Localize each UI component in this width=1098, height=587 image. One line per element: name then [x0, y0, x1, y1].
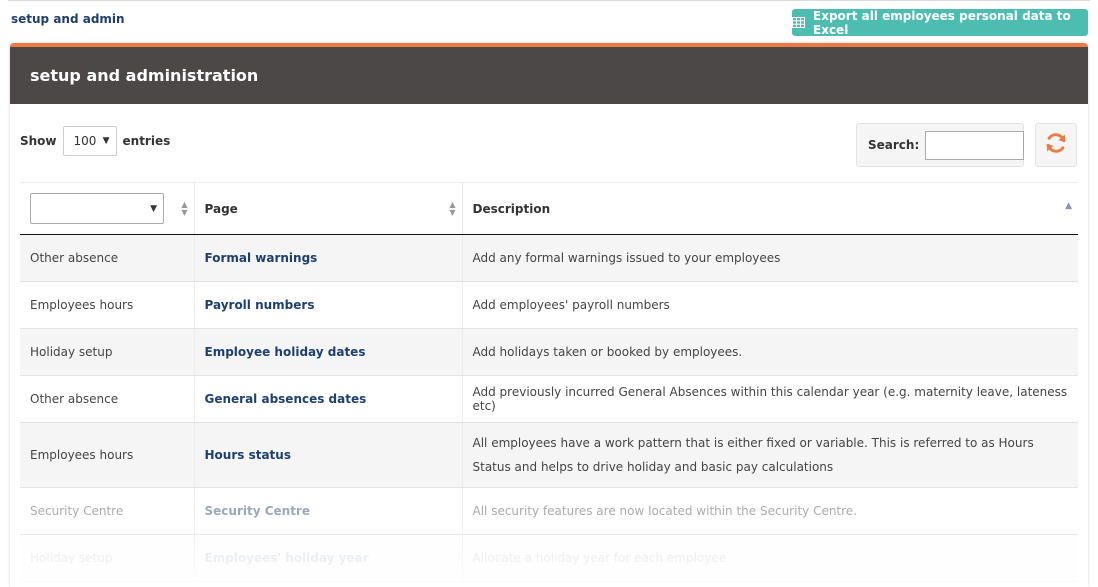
description-cell: Add any formal warnings issued to your e…	[461, 234, 1078, 282]
column-header-description[interactable]: Description ▲	[461, 182, 1078, 235]
description-header-label: Description	[472, 201, 551, 216]
length-control: Show 100 ▼ entries	[20, 126, 170, 156]
page-link[interactable]: Employee holiday dates	[205, 345, 366, 359]
search-label: Search:	[868, 138, 920, 152]
setup-table: ▼ ▲ ▼ Page ▲ ▼ Description ▲ Other absen…	[20, 182, 1078, 582]
description-cell: Add holidays taken or booked by employee…	[461, 328, 1078, 376]
page-link[interactable]: Formal warnings	[205, 251, 318, 265]
page-link[interactable]: Payroll numbers	[205, 298, 315, 312]
panel-title: setup and administration	[30, 66, 259, 85]
setup-panel: setup and administration Show 100 ▼ entr…	[10, 43, 1088, 587]
entries-label: entries	[122, 134, 171, 148]
export-employees-button[interactable]: Export all employees personal data to Ex…	[792, 8, 1088, 37]
data-table-wrapper: ▼ ▲ ▼ Page ▲ ▼ Description ▲ Other absen…	[20, 182, 1078, 582]
page-link[interactable]: Security Centre	[205, 504, 311, 518]
export-button-label: Export all employees personal data to Ex…	[813, 8, 1071, 37]
category-cell: Holiday setup	[20, 534, 194, 582]
category-cell: Employees hours	[20, 422, 194, 488]
category-cell: Holiday setup	[20, 328, 194, 376]
category-cell: Other absence	[20, 375, 194, 423]
chevron-down-icon: ▼	[150, 203, 157, 214]
table-row[interactable]: Holiday setup Employee holiday dates Add…	[20, 328, 1078, 376]
table-controls: Show 100 ▼ entries Search:	[10, 104, 1088, 180]
page-link[interactable]: General absences dates	[205, 392, 367, 406]
category-cell: Employees hours	[20, 281, 194, 329]
table-icon	[792, 17, 805, 28]
table-row[interactable]: Employees hours Payroll numbers Add empl…	[20, 281, 1078, 329]
sort-both-icon: ▲ ▼	[449, 199, 456, 217]
entries-select[interactable]: 100 ▼	[62, 126, 117, 156]
refresh-button[interactable]	[1035, 123, 1077, 167]
table-row[interactable]: Holiday setup Employees' holiday year Al…	[20, 534, 1078, 582]
column-header-category[interactable]: ▼ ▲ ▼	[20, 182, 194, 235]
page-link[interactable]: Employees' holiday year	[205, 551, 369, 565]
sort-asc-icon: ▲	[1065, 201, 1072, 211]
category-cell: Security Centre	[20, 487, 194, 535]
category-cell: Other absence	[20, 234, 194, 282]
page-header-label: Page	[204, 201, 238, 216]
description-cell: Add employees' payroll numbers	[461, 281, 1078, 329]
chevron-down-icon: ▼	[102, 136, 110, 146]
description-cell: All security features are now located wi…	[461, 487, 1078, 535]
table-row[interactable]: Other absence General absences dates Add…	[20, 375, 1078, 423]
page-link[interactable]: Hours status	[205, 448, 291, 462]
entries-select-value: 100	[73, 134, 97, 148]
refresh-icon	[1044, 131, 1068, 159]
panel-header: setup and administration	[10, 47, 1088, 104]
sort-both-icon: ▲ ▼	[181, 199, 188, 217]
column-header-page[interactable]: Page ▲ ▼	[193, 182, 462, 235]
description-cell: Allocate a holiday year for each employe…	[461, 534, 1078, 582]
table-row[interactable]: Employees hours Hours status All employe…	[20, 422, 1078, 488]
search-input[interactable]	[925, 130, 1025, 160]
table-row[interactable]: Other absence Formal warnings Add any fo…	[20, 234, 1078, 282]
top-divider	[8, 0, 1090, 1]
description-cell: All employees have a work pattern that i…	[461, 422, 1078, 488]
breadcrumb[interactable]: setup and admin	[11, 12, 125, 26]
category-filter-select[interactable]: ▼	[30, 193, 164, 224]
table-header-row: ▼ ▲ ▼ Page ▲ ▼ Description ▲	[20, 182, 1078, 235]
description-cell: Add previously incurred General Absences…	[461, 375, 1078, 423]
table-row[interactable]: Security Centre Security Centre All secu…	[20, 487, 1078, 535]
show-label: Show	[20, 134, 57, 148]
search-box: Search:	[856, 123, 1025, 167]
